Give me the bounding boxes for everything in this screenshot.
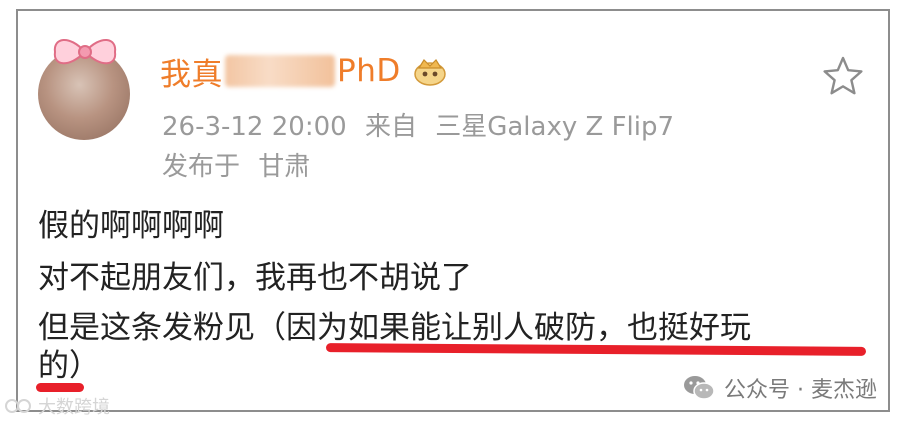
post-timestamp: 26-3-12 20:00	[162, 112, 347, 142]
watermark-left-text: 大数跨境	[38, 397, 110, 418]
username-blur-mask	[225, 55, 335, 87]
watermark-right-text: 公众号 · 麦杰逊	[724, 378, 877, 403]
source-label: 来自	[364, 112, 417, 142]
post-content-line: 假的啊啊啊啊	[38, 208, 224, 244]
username-suffix: PhD	[337, 53, 401, 89]
watermark-left: 大数跨境	[4, 393, 110, 419]
bow-decoration-icon	[53, 39, 117, 65]
wechat-icon	[684, 376, 715, 400]
username[interactable]: 我真 PhD	[160, 50, 447, 93]
device-name[interactable]: 三星Galaxy Z Flip7	[435, 112, 674, 142]
username-prefix: 我真	[160, 56, 223, 93]
post-content-line: 对不起朋友们，我再也不胡说了	[38, 260, 472, 296]
highlight-underline	[36, 383, 84, 392]
post-meta: 26-3-12 20:00 来自 三星Galaxy Z Flip7	[162, 106, 684, 143]
post-content-line: 的）	[38, 348, 100, 384]
post-content-line: 但是这条发粉见（因为如果能让别人破防，也挺好玩	[38, 310, 751, 346]
post-location: 发布于 甘肃	[162, 146, 320, 183]
watermark-right: 公众号 · 麦杰逊	[682, 372, 877, 404]
crown-badge-icon	[413, 59, 446, 86]
location-value: 甘肃	[258, 152, 311, 182]
watermark-logo-icon	[5, 399, 31, 413]
location-label: 发布于	[162, 152, 241, 182]
star-icon[interactable]	[822, 55, 864, 97]
